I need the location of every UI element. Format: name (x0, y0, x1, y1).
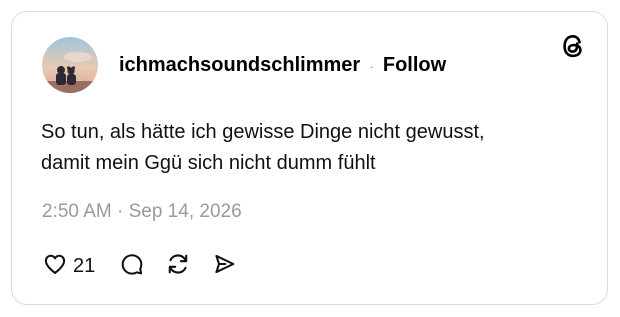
post-header: ichmachsoundschlimmer · Follow (119, 54, 446, 77)
username[interactable]: ichmachsoundschlimmer (119, 54, 360, 77)
header-separator: · (369, 57, 374, 74)
repost-button[interactable] (165, 251, 191, 282)
reply-button[interactable] (119, 251, 145, 282)
post-text: So tun, als hätte ich gewisse Dinge nich… (41, 117, 581, 179)
like-count: 21 (73, 255, 96, 277)
repost-icon (165, 251, 191, 282)
action-bar: 21 (42, 251, 237, 282)
post-text-line: damit mein Ggü sich nicht dumm fühlt (41, 152, 376, 174)
post-timestamp: 2:50 AM · Sep 14, 2026 (42, 201, 242, 222)
share-button[interactable] (211, 251, 237, 282)
follow-button[interactable]: Follow (383, 54, 446, 77)
avatar-image (42, 37, 98, 93)
post-text-line: So tun, als hätte ich gewisse Dinge nich… (41, 121, 485, 143)
avatar[interactable] (42, 37, 98, 93)
threads-logo-icon[interactable] (559, 32, 587, 60)
heart-icon (42, 251, 68, 282)
like-button[interactable]: 21 (42, 251, 95, 282)
comment-icon (119, 251, 145, 282)
send-icon (211, 251, 237, 282)
post-card: ichmachsoundschlimmer · Follow So tun, a… (11, 11, 608, 305)
